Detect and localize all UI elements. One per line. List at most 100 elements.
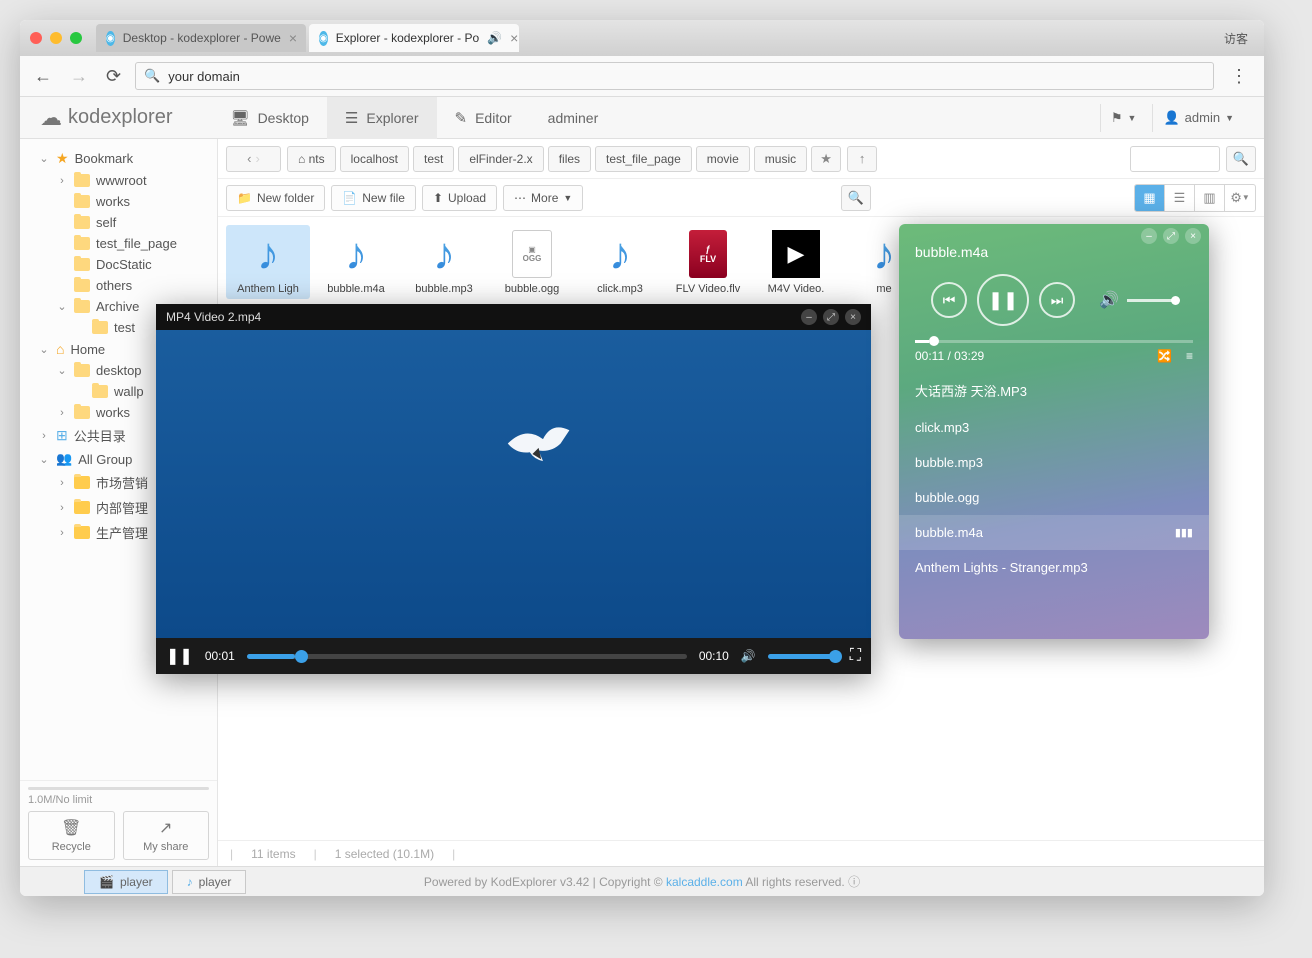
back-icon[interactable]: ← [30,62,56,91]
file-icon: 📄 [342,191,357,205]
pause-button[interactable]: ❚❚ [977,274,1029,326]
audio-track[interactable]: bubble.m4a▮▮▮ [899,515,1209,550]
fullscreen-icon[interactable]: ⛶ [850,647,861,665]
breadcrumb[interactable]: test_file_page [595,146,692,172]
recycle-button[interactable]: 🗑Recycle [28,811,115,860]
more-button[interactable]: ⋯More▼ [503,185,583,211]
volume-slider[interactable] [768,654,838,659]
video-title-bar[interactable]: MP4 Video 2.mp4 – ⤢ × [156,304,871,330]
browser-tab[interactable]: ◉ Explorer - kodexplorer - Po 🔊 × [309,24,519,52]
footer-link[interactable]: kalcaddle.com [666,875,743,889]
breadcrumb[interactable]: localhost [340,146,409,172]
sidebar-bookmark[interactable]: ⌄★Bookmark [20,147,217,170]
breadcrumb[interactable]: elFinder-2.x [458,146,543,172]
video-player[interactable]: MP4 Video 2.mp4 – ⤢ × ❚❚ 00:01 00:10 🔊 ⛶ [156,304,871,674]
crumb-home[interactable]: ⌂ nts [287,146,336,172]
minimize-icon[interactable]: – [801,309,817,325]
sidebar-item[interactable]: test_file_page [20,233,217,254]
breadcrumb[interactable]: movie [696,146,750,172]
file-item[interactable]: ▣OGGbubble.ogg [490,225,574,299]
video-canvas[interactable] [156,330,871,638]
minimize-icon[interactable] [50,32,62,44]
shuffle-icon[interactable]: 🔀 [1157,349,1172,363]
audio-track[interactable]: 大话西游 天浴.MP3 [899,371,1209,410]
breadcrumb[interactable]: test [413,146,454,172]
folder-icon [74,501,90,514]
video-progress[interactable] [247,654,687,659]
user-button[interactable]: 👤admin▼ [1152,104,1244,132]
menu-icon[interactable]: ⋮ [1224,66,1254,87]
prev-button[interactable]: ⏮ [931,282,967,318]
group-icon: 👥 [56,451,72,467]
close-icon[interactable] [30,32,42,44]
view-settings[interactable]: ⚙▼ [1225,185,1255,211]
next-button[interactable]: ⏭ [1039,282,1075,318]
view-grid[interactable]: ▦ [1135,185,1165,211]
taskbar-player-video[interactable]: 🎬player [84,870,168,894]
close-icon[interactable]: × [289,30,297,46]
reload-icon[interactable]: ⟳ [102,62,125,91]
maximize-icon[interactable] [70,32,82,44]
footer-text: Powered by KodExplorer v3.42 | Copyright… [424,873,860,890]
close-icon[interactable]: × [1185,228,1201,244]
search-button[interactable]: 🔍 [1226,146,1256,172]
address-bar[interactable]: 🔍 your domain [135,62,1214,90]
up-button[interactable]: ↑ [847,146,877,172]
view-columns[interactable]: ▥ [1195,185,1225,211]
sound-icon[interactable]: 🔊 [487,31,502,45]
search-toolbar-button[interactable]: 🔍 [841,185,871,211]
folder-icon [74,279,90,292]
audio-track[interactable]: Anthem Lights - Stranger.mp3 [899,550,1209,585]
menu-adminer[interactable]: adminer [530,97,617,139]
minimize-icon[interactable]: – [1141,228,1157,244]
chevron-right-icon: › [56,527,68,539]
audio-progress[interactable] [915,340,1193,343]
file-item[interactable]: ▶M4V Video. [754,225,838,299]
menu-desktop[interactable]: 🖥Desktop [213,97,327,139]
chevron-down-icon: ▼ [1242,193,1250,202]
sidebar-item[interactable]: ›wwwroot [20,170,217,191]
breadcrumb[interactable]: music [754,146,807,172]
info-icon[interactable]: ⓘ [848,875,860,889]
nav-back-forward[interactable]: ‹› [226,146,281,172]
sidebar-item[interactable]: DocStatic [20,254,217,275]
sidebar-item[interactable]: others [20,275,217,296]
search-icon: 🔍 [144,68,160,84]
sidebar-item[interactable]: self [20,212,217,233]
file-item[interactable]: ♪bubble.m4a [314,225,398,299]
close-icon[interactable]: × [845,309,861,325]
forward-icon[interactable]: → [66,62,92,91]
flag-button[interactable]: ⚑▼ [1100,104,1147,132]
file-item[interactable]: ƒFLVFLV Video.flv [666,225,750,299]
taskbar-player-audio[interactable]: ♪player [172,870,247,894]
volume-icon[interactable]: 🔊 [741,649,756,663]
browser-nav: ← → ⟳ 🔍 your domain ⋮ [20,56,1264,97]
volume-icon[interactable]: 🔊 [1099,290,1119,310]
file-item[interactable]: ♪click.mp3 [578,225,662,299]
pause-icon[interactable]: ❚❚ [166,646,193,666]
close-icon[interactable]: × [510,30,518,46]
maximize-icon[interactable]: ⤢ [1163,228,1179,244]
new-file-button[interactable]: 📄New file [331,185,416,211]
maximize-icon[interactable]: ⤢ [823,309,839,325]
playlist-icon[interactable]: ≡ [1186,349,1193,363]
dots-icon: ⋯ [514,191,526,205]
audio-track[interactable]: bubble.mp3 [899,445,1209,480]
file-item[interactable]: ♪Anthem Ligh [226,225,310,299]
view-list[interactable]: ☰ [1165,185,1195,211]
myshare-button[interactable]: ↗My share [123,811,210,860]
audio-player[interactable]: – ⤢ × bubble.m4a ⏮ ❚❚ ⏭ 🔊 00:11 / 03:29 … [899,224,1209,639]
star-button[interactable]: ★ [811,146,841,172]
menu-explorer[interactable]: ☰Explorer [327,97,437,139]
breadcrumb[interactable]: files [548,146,591,172]
file-item[interactable]: ♪bubble.mp3 [402,225,486,299]
search-input[interactable] [1130,146,1220,172]
upload-button[interactable]: ⬆Upload [422,185,497,211]
audio-track[interactable]: click.mp3 [899,410,1209,445]
new-folder-button[interactable]: 📁New folder [226,185,325,211]
audio-track[interactable]: bubble.ogg [899,480,1209,515]
browser-tab[interactable]: ◉ Desktop - kodexplorer - Powe × [96,24,306,52]
menu-editor[interactable]: ✎Editor [437,97,530,139]
sidebar-item[interactable]: works [20,191,217,212]
volume-slider[interactable] [1127,299,1177,302]
